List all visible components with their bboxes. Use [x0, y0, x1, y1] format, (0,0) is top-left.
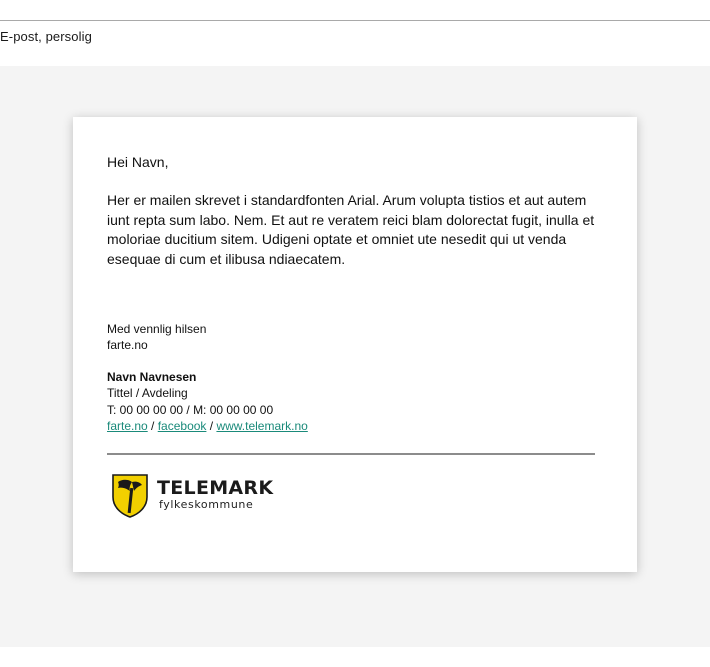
- signature-name: Navn Navnesen: [107, 370, 197, 384]
- signature-links: farte.no / facebook / www.telemark.no: [107, 418, 308, 434]
- link-facebook[interactable]: facebook: [158, 419, 207, 433]
- signature-title: Tittel / Avdeling: [107, 386, 188, 401]
- email-signature: Navn Navnesen Tittel / Avdeling T: 00 00…: [107, 369, 308, 434]
- telemark-shield-icon: [112, 474, 148, 518]
- email-body: Her er mailen skrevet i standardfonten A…: [107, 192, 595, 267]
- telemark-logo: TELEMARK fylkeskommune: [111, 473, 274, 519]
- logo-subtitle: fylkeskommune: [159, 498, 254, 511]
- signoff-greeting: Med vennlig hilsen: [107, 322, 207, 336]
- link-separator: /: [147, 418, 158, 433]
- signature-phone: T: 00 00 00 00 / M: 00 00 00 00: [107, 402, 274, 417]
- link-separator: /: [206, 418, 217, 433]
- email-card: Hei Navn, Her er mailen skrevet i standa…: [73, 117, 637, 572]
- top-divider: [0, 20, 710, 21]
- signoff-sender: farte.no: [107, 338, 148, 352]
- email-greeting: Hei Navn,: [107, 154, 169, 170]
- link-telemark[interactable]: www.telemark.no: [216, 419, 307, 433]
- signature-divider: [107, 453, 595, 455]
- preview-canvas: Hei Navn, Her er mailen skrevet i standa…: [0, 66, 710, 647]
- email-signoff: Med vennlig hilsen farte.no: [107, 321, 206, 353]
- link-farte[interactable]: farte.no: [107, 419, 148, 433]
- section-label: E-post, persolig: [0, 29, 92, 44]
- logo-wordmark: TELEMARK: [157, 477, 274, 499]
